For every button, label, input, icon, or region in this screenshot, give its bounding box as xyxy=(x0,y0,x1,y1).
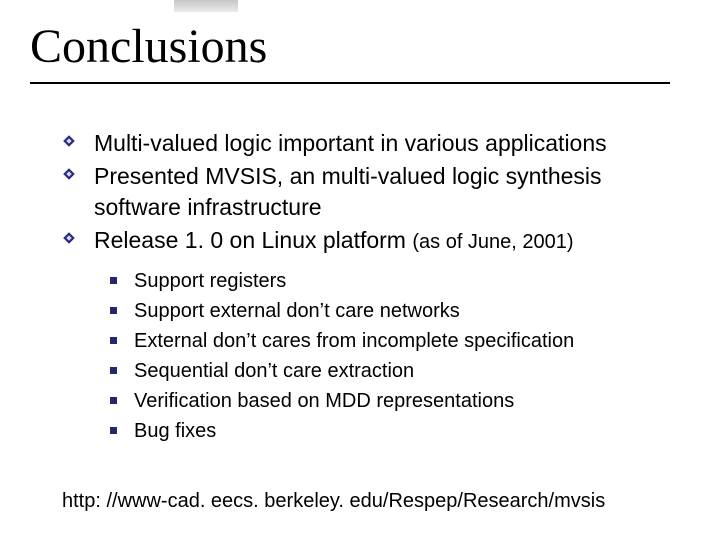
diamond-bullet-icon xyxy=(62,167,76,181)
bullet-item: Multi-valued logic important in various … xyxy=(62,128,662,159)
bullet-note: (as of June, 2001) xyxy=(412,231,573,253)
slide: Conclusions Multi-valued logic important… xyxy=(0,0,720,540)
title-underline xyxy=(30,82,670,84)
sub-bullet-item: Bug fixes xyxy=(62,416,662,446)
sub-bullet-item: Support registers xyxy=(62,266,662,296)
bullet-text: Multi-valued logic important in various … xyxy=(94,130,607,156)
bullet-text: Presented MVSIS, an multi-valued logic s… xyxy=(94,163,602,220)
square-bullet-icon xyxy=(110,367,117,374)
title-wrap: Conclusions xyxy=(30,22,267,72)
square-bullet-icon xyxy=(110,427,117,434)
bullet-item: Presented MVSIS, an multi-valued logic s… xyxy=(62,161,662,223)
footer-url: http: //www-cad. eecs. berkeley. edu/Res… xyxy=(62,490,605,513)
square-bullet-icon xyxy=(110,337,117,344)
sub-bullet-text: Support registers xyxy=(134,270,286,292)
sub-bullet-text: Verification based on MDD representation… xyxy=(134,390,514,412)
square-bullet-icon xyxy=(110,277,117,284)
sub-bullet-item: External don’t cares from incomplete spe… xyxy=(62,326,662,356)
sub-bullet-item: Sequential don’t care extraction xyxy=(62,356,662,386)
bullet-list-level1: Multi-valued logic important in various … xyxy=(62,128,662,256)
decorative-shadow xyxy=(174,0,238,12)
slide-title: Conclusions xyxy=(30,22,267,72)
diamond-bullet-icon xyxy=(62,134,76,148)
sub-bullet-text: Sequential don’t care extraction xyxy=(134,360,414,382)
bullet-text: Release 1. 0 on Linux platform xyxy=(94,227,412,253)
bullet-list-level2: Support registers Support external don’t… xyxy=(62,266,662,446)
sub-bullet-text: Support external don’t care networks xyxy=(134,300,460,322)
sub-bullet-item: Support external don’t care networks xyxy=(62,296,662,326)
square-bullet-icon xyxy=(110,307,117,314)
diamond-bullet-icon xyxy=(62,231,76,245)
bullet-item: Release 1. 0 on Linux platform (as of Ju… xyxy=(62,225,662,256)
sub-bullet-text: Bug fixes xyxy=(134,420,216,442)
sub-bullet-text: External don’t cares from incomplete spe… xyxy=(134,330,574,352)
square-bullet-icon xyxy=(110,397,117,404)
slide-body: Multi-valued logic important in various … xyxy=(62,128,662,446)
sub-bullet-item: Verification based on MDD representation… xyxy=(62,386,662,416)
